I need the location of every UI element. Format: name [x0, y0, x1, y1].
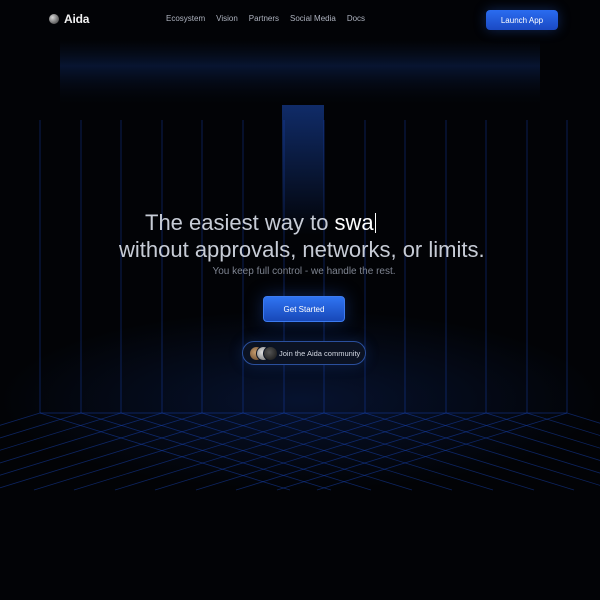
nav-link-partners[interactable]: Partners — [249, 14, 279, 23]
logo-mark-icon — [49, 14, 59, 24]
nav-link-social-media[interactable]: Social Media — [290, 14, 336, 23]
logo[interactable]: Aida — [49, 12, 89, 26]
logo-text: Aida — [64, 12, 90, 26]
nav-link-ecosystem[interactable]: Ecosystem — [166, 14, 205, 23]
headline-line-2-text: without approvals, networks, or limits. — [119, 237, 485, 262]
nav-link-vision[interactable]: Vision — [216, 14, 238, 23]
headline-typed-word: swa — [334, 210, 374, 235]
join-community-button[interactable]: Join the Aida community — [242, 341, 366, 365]
hero-subtitle: You keep full control - we handle the re… — [212, 266, 396, 277]
avatar-stack — [249, 346, 279, 361]
launch-app-button[interactable]: Launch App — [486, 10, 558, 30]
community-label: Join the Aida community — [279, 348, 361, 358]
top-navbar: Aida Ecosystem Vision Partners Social Me… — [0, 0, 600, 40]
headline-prefix: The easiest way to — [145, 210, 335, 235]
nav-links: Ecosystem Vision Partners Social Media D… — [166, 14, 376, 23]
get-started-button[interactable]: Get Started — [263, 296, 345, 322]
typing-caret — [374, 213, 377, 233]
avatar — [263, 346, 278, 361]
nav-link-docs[interactable]: Docs — [347, 14, 365, 23]
